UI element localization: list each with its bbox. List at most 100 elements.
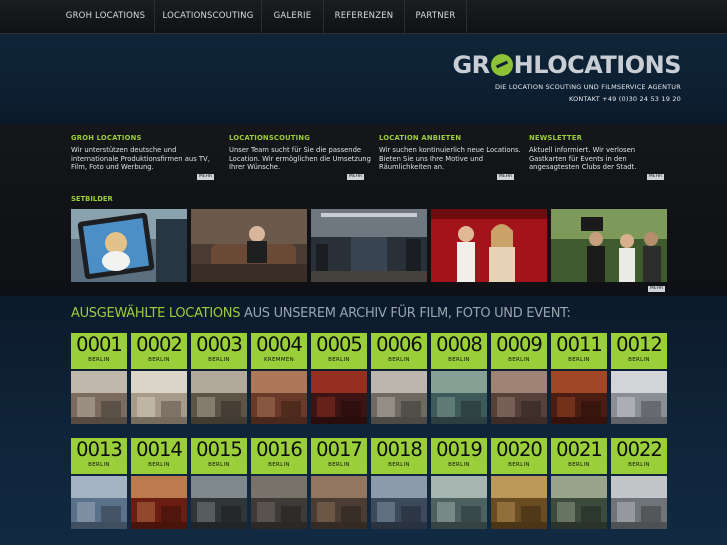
location-number: 0005 bbox=[316, 333, 363, 356]
contact-phone: KONTAKT +49 (0)30 24 53 19 20 bbox=[568, 95, 681, 103]
location-tile[interactable]: 0018 BERLIN bbox=[371, 438, 427, 529]
location-thumbnail[interactable] bbox=[491, 476, 547, 529]
location-thumbnail[interactable] bbox=[551, 371, 607, 424]
location-tile[interactable]: 0001 BERLIN bbox=[71, 333, 127, 424]
location-thumbnail[interactable] bbox=[551, 476, 607, 529]
info-column-text: Aktuell informiert. Wir verlosen Gastkar… bbox=[529, 146, 637, 171]
location-thumbnail[interactable] bbox=[191, 476, 247, 529]
location-city: BERLIN bbox=[88, 357, 110, 363]
location-city: KREMMEN bbox=[263, 357, 295, 363]
location-tile[interactable]: 0006 BERLIN bbox=[371, 333, 427, 424]
location-thumbnail[interactable] bbox=[431, 476, 487, 529]
location-number: 0020 bbox=[496, 438, 543, 461]
location-number: 0021 bbox=[556, 438, 603, 461]
location-thumbnail[interactable] bbox=[71, 371, 127, 424]
location-city: BERLIN bbox=[448, 357, 470, 363]
location-thumbnail[interactable] bbox=[251, 371, 307, 424]
location-city: BERLIN bbox=[508, 462, 530, 468]
location-number: 0013 bbox=[76, 438, 123, 461]
location-tile[interactable]: 0016 BERLIN bbox=[251, 438, 307, 529]
top-nav: GROH LOCATIONS LOCATIONSCOUTING GALERIE … bbox=[0, 0, 727, 34]
location-city: BERLIN bbox=[568, 462, 590, 468]
more-button-groh[interactable]: MEHR bbox=[197, 174, 214, 180]
setbilder-title: SETBILDER bbox=[71, 195, 113, 203]
location-number-box: 0004 KREMMEN bbox=[251, 333, 307, 369]
location-number: 0019 bbox=[436, 438, 483, 461]
location-tile[interactable]: 0014 BERLIN bbox=[131, 438, 187, 529]
info-column-title: LOCATION ANBIETEN bbox=[379, 134, 462, 142]
setbild-photo[interactable] bbox=[551, 209, 667, 282]
location-tile[interactable]: 0019 BERLIN bbox=[431, 438, 487, 529]
location-thumbnail[interactable] bbox=[611, 476, 667, 529]
location-city: BERLIN bbox=[388, 357, 410, 363]
location-city: BERLIN bbox=[628, 357, 650, 363]
logo-propeller-icon bbox=[490, 54, 513, 76]
location-tile[interactable]: 0022 BERLIN bbox=[611, 438, 667, 529]
nav-item-referenzen[interactable]: REFERENZEN bbox=[324, 0, 405, 33]
location-thumbnail[interactable] bbox=[311, 476, 367, 529]
setbild-photo[interactable] bbox=[311, 209, 427, 282]
info-column-title: GROH LOCATIONS bbox=[71, 134, 142, 142]
location-thumbnail[interactable] bbox=[491, 371, 547, 424]
nav-item-locationscouting[interactable]: LOCATIONSCOUTING bbox=[155, 0, 262, 33]
location-number-box: 0020 BERLIN bbox=[491, 438, 547, 474]
location-thumbnail[interactable] bbox=[431, 371, 487, 424]
more-button-scouting[interactable]: MEHR bbox=[347, 174, 364, 180]
location-number-box: 0021 BERLIN bbox=[551, 438, 607, 474]
nav-item-partner[interactable]: PARTNER bbox=[405, 0, 467, 33]
setbild-photo[interactable] bbox=[71, 209, 187, 282]
location-thumbnail[interactable] bbox=[71, 476, 127, 529]
location-city: BERLIN bbox=[148, 357, 170, 363]
location-city: BERLIN bbox=[148, 462, 170, 468]
site-logo[interactable]: GR HLOCATIONS bbox=[452, 50, 681, 80]
location-tile[interactable]: 0021 BERLIN bbox=[551, 438, 607, 529]
location-tile[interactable]: 0011 BERLIN bbox=[551, 333, 607, 424]
tagline: DIE LOCATION SCOUTING UND FILMSERVICE AG… bbox=[494, 83, 681, 91]
location-thumbnail[interactable] bbox=[371, 476, 427, 529]
logo-text-h: H bbox=[513, 51, 534, 79]
location-tile[interactable]: 0017 BERLIN bbox=[311, 438, 367, 529]
location-number-box: 0011 BERLIN bbox=[551, 333, 607, 369]
more-button-setbilder[interactable]: MEHR bbox=[648, 286, 665, 292]
logo-text-gr: GR bbox=[452, 51, 490, 79]
location-thumbnail[interactable] bbox=[311, 371, 367, 424]
location-thumbnail[interactable] bbox=[131, 476, 187, 529]
location-thumbnail[interactable] bbox=[371, 371, 427, 424]
setbild-photo[interactable] bbox=[431, 209, 547, 282]
location-city: BERLIN bbox=[88, 462, 110, 468]
location-tile[interactable]: 0012 BERLIN bbox=[611, 333, 667, 424]
location-thumbnail[interactable] bbox=[611, 371, 667, 424]
info-column-text: Unser Team sucht für Sie die passende Lo… bbox=[229, 146, 371, 171]
location-tile[interactable]: 0015 BERLIN bbox=[191, 438, 247, 529]
location-thumbnail[interactable] bbox=[251, 476, 307, 529]
location-number-box: 0018 BERLIN bbox=[371, 438, 427, 474]
location-thumbnail[interactable] bbox=[131, 371, 187, 424]
location-number-box: 0014 BERLIN bbox=[131, 438, 187, 474]
location-number: 0014 bbox=[136, 438, 183, 461]
location-tile[interactable]: 0005 BERLIN bbox=[311, 333, 367, 424]
info-column-anbieten: LOCATION ANBIETEN Wir suchen kontinuierl… bbox=[379, 134, 524, 172]
location-tile[interactable]: 0002 BERLIN bbox=[131, 333, 187, 424]
location-number: 0018 bbox=[376, 438, 423, 461]
location-tile[interactable]: 0009 BERLIN bbox=[491, 333, 547, 424]
setbild-photo[interactable] bbox=[191, 209, 307, 282]
location-number: 0012 bbox=[616, 333, 663, 356]
location-tile[interactable]: 0020 BERLIN bbox=[491, 438, 547, 529]
location-number-box: 0022 BERLIN bbox=[611, 438, 667, 474]
more-button-newsletter[interactable]: MEHR bbox=[647, 174, 664, 180]
location-tile[interactable]: 0013 BERLIN bbox=[71, 438, 127, 529]
location-tile[interactable]: 0003 BERLIN bbox=[191, 333, 247, 424]
more-button-anbieten[interactable]: MEHR bbox=[497, 174, 514, 180]
info-column-title: LOCATIONSCOUTING bbox=[229, 134, 311, 142]
location-number: 0003 bbox=[196, 333, 243, 356]
location-tile[interactable]: 0008 BERLIN bbox=[431, 333, 487, 424]
location-thumbnail[interactable] bbox=[191, 371, 247, 424]
location-number: 0008 bbox=[436, 333, 483, 356]
location-city: BERLIN bbox=[568, 357, 590, 363]
nav-item-groh-locations[interactable]: GROH LOCATIONS bbox=[57, 0, 155, 33]
location-number: 0002 bbox=[136, 333, 183, 356]
nav-item-galerie[interactable]: GALERIE bbox=[262, 0, 324, 33]
location-city: BERLIN bbox=[628, 462, 650, 468]
location-tile[interactable]: 0004 KREMMEN bbox=[251, 333, 307, 424]
info-column-text: Wir unterstützen deutsche und internatio… bbox=[71, 146, 210, 171]
